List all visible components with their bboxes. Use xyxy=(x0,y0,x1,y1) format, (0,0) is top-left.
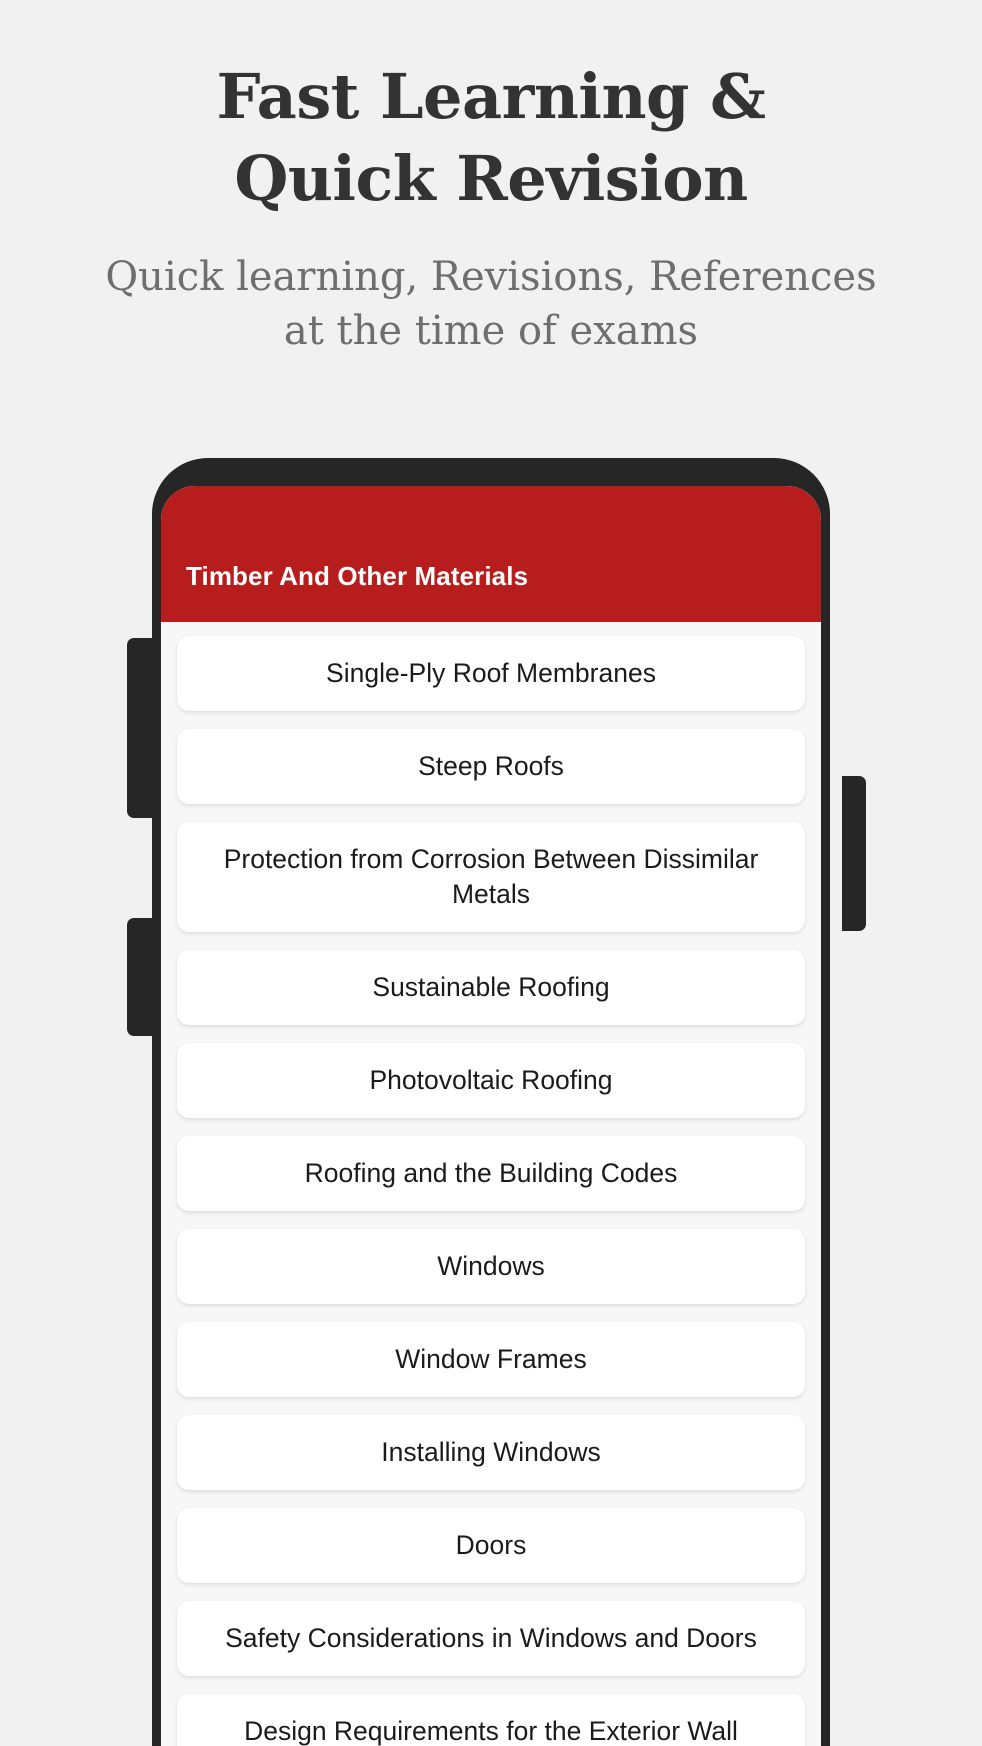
list-item[interactable]: Doors xyxy=(177,1507,805,1583)
list-item[interactable]: Steep Roofs xyxy=(177,728,805,804)
promo-header: Fast Learning & Quick Revision Quick lea… xyxy=(0,0,982,358)
list-item[interactable]: Windows xyxy=(177,1228,805,1304)
list-item-label: Window Frames xyxy=(395,1343,587,1374)
page-title: Fast Learning & Quick Revision xyxy=(0,56,982,220)
left-side-button[interactable] xyxy=(127,918,153,1036)
volume-button[interactable] xyxy=(127,638,153,818)
topic-list[interactable]: Single-Ply Roof Membranes Steep Roofs Pr… xyxy=(161,622,821,1746)
list-item-label: Single-Ply Roof Membranes xyxy=(326,658,656,688)
phone-bezel: Timber And Other Materials Single-Ply Ro… xyxy=(152,458,830,1746)
page-title-line-1: Fast Learning & xyxy=(216,60,766,133)
page-subtitle-line-2: at the time of exams xyxy=(283,308,699,355)
list-item[interactable]: Installing Windows xyxy=(177,1414,805,1490)
page-title-line-2: Quick Revision xyxy=(234,141,748,215)
phone-mockup: Timber And Other Materials Single-Ply Ro… xyxy=(127,458,866,1746)
power-button[interactable] xyxy=(842,776,866,931)
list-item-label: Windows xyxy=(437,1250,545,1281)
app-bar: Timber And Other Materials xyxy=(161,486,821,622)
list-item[interactable]: Protection from Corrosion Between Dissim… xyxy=(177,821,805,932)
list-item-label: Doors xyxy=(455,1529,527,1560)
list-item-label: Roofing and the Building Codes xyxy=(304,1157,678,1188)
page-subtitle-line-1: Quick learning, Revisions, References xyxy=(105,253,877,300)
phone-screen: Timber And Other Materials Single-Ply Ro… xyxy=(161,486,821,1746)
list-item-label: Installing Windows xyxy=(381,1436,601,1467)
list-item-label: Protection from Corrosion Between Dissim… xyxy=(223,843,759,909)
list-item[interactable]: Single-Ply Roof Membranes xyxy=(177,636,805,711)
list-item[interactable]: Design Requirements for the Exterior Wal… xyxy=(177,1693,805,1746)
list-item[interactable]: Safety Considerations in Windows and Doo… xyxy=(177,1600,805,1676)
list-item-label: Safety Considerations in Windows and Doo… xyxy=(225,1622,757,1653)
list-item[interactable]: Photovoltaic Roofing xyxy=(177,1042,805,1118)
list-item-label: Sustainable Roofing xyxy=(372,971,610,1002)
app-bar-title: Timber And Other Materials xyxy=(186,561,529,591)
list-item-label: Steep Roofs xyxy=(418,750,564,781)
list-item[interactable]: Sustainable Roofing xyxy=(177,949,805,1025)
list-item-label: Photovoltaic Roofing xyxy=(369,1064,613,1095)
list-item-label: Design Requirements for the Exterior Wal… xyxy=(244,1715,738,1746)
list-item[interactable]: Window Frames xyxy=(177,1321,805,1397)
page-subtitle: Quick learning, Revisions, References at… xyxy=(0,220,982,359)
list-item[interactable]: Roofing and the Building Codes xyxy=(177,1135,805,1211)
